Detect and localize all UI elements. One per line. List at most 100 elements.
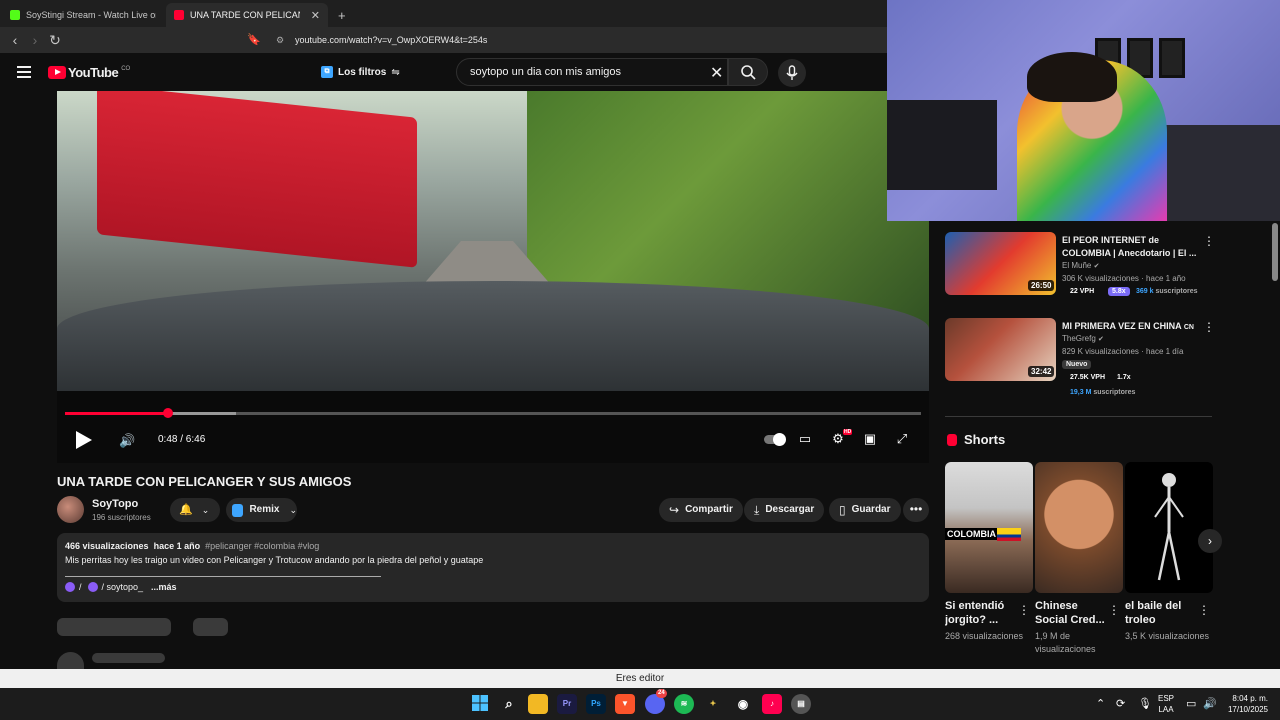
- more-options-icon[interactable]: ⋮: [1198, 603, 1210, 617]
- fullscreen-icon[interactable]: ⤢: [894, 432, 910, 446]
- sync-icon[interactable]: ⟳: [1116, 697, 1125, 710]
- short-thumbnail[interactable]: [1035, 462, 1123, 593]
- discord-icon[interactable]: 24: [645, 689, 667, 714]
- obs-icon[interactable]: ◉: [733, 694, 753, 714]
- link-icon: [65, 582, 75, 592]
- hashtags[interactable]: #pelicanger #colombia #vlog: [205, 541, 319, 551]
- description-box[interactable]: 466 visualizaciones hace 1 año #pelicang…: [57, 533, 929, 602]
- video-thumbnail[interactable]: 32:42: [945, 318, 1056, 381]
- short-item[interactable]: Chinese Social Cred... 1,9 M de visualiz…: [1035, 462, 1123, 656]
- short-title[interactable]: el baile del troleo: [1125, 599, 1197, 627]
- recommendation-title[interactable]: El PEOR INTERNET de COLOMBIA | Anecdotar…: [1062, 234, 1202, 260]
- more-options-icon[interactable]: ⋮: [1108, 603, 1120, 617]
- volume-icon[interactable]: 🔊: [119, 433, 135, 449]
- youtube-logo[interactable]: YouTube CO: [48, 65, 130, 80]
- voice-search-button[interactable]: [778, 59, 806, 87]
- short-thumbnail[interactable]: [1125, 462, 1213, 593]
- description-divider: [65, 576, 381, 577]
- video-thumbnail[interactable]: 26:50: [945, 232, 1056, 295]
- recommendation-channel[interactable]: TheGrefg ✔: [1062, 334, 1104, 343]
- channel-avatar[interactable]: [57, 496, 84, 523]
- chevron-up-icon[interactable]: ⌃: [1096, 697, 1105, 710]
- url-field[interactable]: ⚙ youtube.com/watch?v=v_OwpXOERW4&t=254s: [270, 31, 870, 49]
- shorts-heading: Shorts: [947, 432, 1005, 447]
- subs-chip: 369 k suscriptores: [1132, 287, 1202, 296]
- recommendation-stats: 829 K visualizaciones · hace 1 día: [1062, 347, 1184, 356]
- new-tab-button[interactable]: +: [330, 3, 354, 27]
- short-item[interactable]: el baile del troleo 3,5 K visualizacione…: [1125, 462, 1213, 643]
- search-input[interactable]: soytopo un dia con mis amigos ✕: [456, 58, 728, 86]
- webcam-overlay: [887, 0, 1280, 221]
- more-options-icon[interactable]: ⋮: [1203, 234, 1215, 248]
- recommendation-title[interactable]: MI PRIMERA VEZ EN CHINA CN: [1062, 320, 1202, 334]
- show-more-link[interactable]: ...más: [151, 582, 177, 592]
- tiktok-icon[interactable]: ♪: [762, 694, 782, 714]
- description-links[interactable]: / / soytopo_: [65, 582, 143, 592]
- network-icon[interactable]: ▭: [1186, 697, 1196, 710]
- page-scrollbar[interactable]: [1270, 221, 1280, 668]
- theater-mode-icon[interactable]: ▣: [862, 432, 878, 446]
- hamburger-menu-icon[interactable]: [17, 66, 31, 78]
- recommendation-item[interactable]: 26:50 El PEOR INTERNET de COLOMBIA | Ane…: [945, 232, 1220, 304]
- description-meta: 466 visualizaciones hace 1 año #pelicang…: [65, 541, 319, 551]
- save-button[interactable]: ▯ Guardar: [829, 498, 901, 522]
- social-link[interactable]: / soytopo_: [102, 582, 144, 592]
- recommendation-channel[interactable]: El Muñe ✔: [1062, 261, 1099, 270]
- forward-icon[interactable]: ›: [27, 32, 43, 48]
- tab-kick-stream[interactable]: SoyStingi Stream - Watch Live on Kick: [2, 3, 164, 27]
- recommendation-item[interactable]: 32:42 MI PRIMERA VEZ EN CHINA CN TheGref…: [945, 318, 1220, 396]
- microphone-icon[interactable]: 🎙: [1138, 697, 1152, 710]
- search-icon[interactable]: ⌕: [499, 694, 519, 714]
- more-actions-icon[interactable]: •••: [903, 498, 929, 522]
- colombia-flag-icon: [997, 528, 1021, 541]
- clear-search-icon[interactable]: ✕: [710, 63, 723, 83]
- tab-youtube-video[interactable]: UNA TARDE CON PELICANGER ✕: [166, 3, 328, 27]
- more-options-icon[interactable]: ⋮: [1018, 603, 1030, 617]
- tab-title: SoyStingi Stream - Watch Live on Kick: [26, 10, 156, 20]
- more-options-icon[interactable]: ⋮: [1203, 320, 1215, 334]
- play-button[interactable]: [76, 431, 92, 449]
- subtitles-icon[interactable]: ▭: [797, 432, 813, 446]
- short-item[interactable]: COLOMBIA Si entendió jorgito? ... 268 vi…: [945, 462, 1033, 643]
- download-button[interactable]: ⤓ Descargar: [744, 498, 825, 522]
- streamer-hair: [1027, 52, 1117, 102]
- short-title[interactable]: Si entendió jorgito? ...: [945, 599, 1017, 627]
- file-explorer-icon[interactable]: [528, 694, 548, 714]
- clock[interactable]: 8:04 p. m. 17/10/2025: [1222, 693, 1268, 715]
- title-text: MI PRIMERA VEZ EN CHINA: [1062, 321, 1182, 331]
- volume-icon[interactable]: 🔊: [1203, 697, 1217, 710]
- site-settings-icon[interactable]: ⚙: [276, 31, 284, 49]
- link-separator: /: [79, 582, 82, 592]
- video-player[interactable]: 🔊 0:48 / 6:46 ▭ ⚙ HD ▣ ⤢: [57, 91, 929, 463]
- spotify-icon[interactable]: ≋: [674, 694, 694, 714]
- short-title[interactable]: Chinese Social Cred...: [1035, 599, 1107, 627]
- scrollbar-thumb[interactable]: [1272, 223, 1278, 281]
- close-tab-icon[interactable]: ✕: [311, 9, 320, 22]
- back-icon[interactable]: ‹: [7, 32, 23, 48]
- photoshop-icon[interactable]: Ps: [586, 694, 606, 714]
- brave-browser-icon[interactable]: ▼: [615, 694, 635, 714]
- shorts-next-button[interactable]: ›: [1198, 529, 1222, 553]
- channel-name[interactable]: SoyTopo: [92, 498, 138, 510]
- progress-bar[interactable]: [65, 408, 921, 418]
- notifications-button[interactable]: 🔔 ⌄: [170, 498, 220, 522]
- app-icon[interactable]: ✦: [703, 694, 723, 714]
- short-thumbnail[interactable]: COLOMBIA: [945, 462, 1033, 593]
- windows-start-icon[interactable]: [470, 694, 490, 714]
- premiere-icon[interactable]: Pr: [557, 694, 577, 714]
- video-frame: [57, 91, 929, 401]
- bookmark-icon[interactable]: 🔖: [246, 32, 262, 48]
- app-icon[interactable]: ▤: [791, 694, 811, 714]
- progress-scrubber[interactable]: [162, 408, 173, 418]
- autoplay-toggle[interactable]: [764, 433, 786, 446]
- reload-icon[interactable]: ↻: [47, 32, 63, 48]
- search-button[interactable]: [728, 58, 768, 86]
- share-button[interactable]: ↪ Compartir: [659, 498, 743, 522]
- chevron-right-icon: ›: [1208, 534, 1212, 548]
- subs-label: suscriptores: [1093, 389, 1136, 396]
- vph-chip: 27.5K VPH: [1070, 374, 1106, 381]
- upload-age: hace 1 año: [153, 541, 201, 551]
- filters-button[interactable]: ⧉ Los filtros ⇋: [321, 62, 400, 82]
- remix-button[interactable]: Remix ⌄: [226, 498, 297, 522]
- language-indicator[interactable]: ESP LAA: [1158, 693, 1174, 715]
